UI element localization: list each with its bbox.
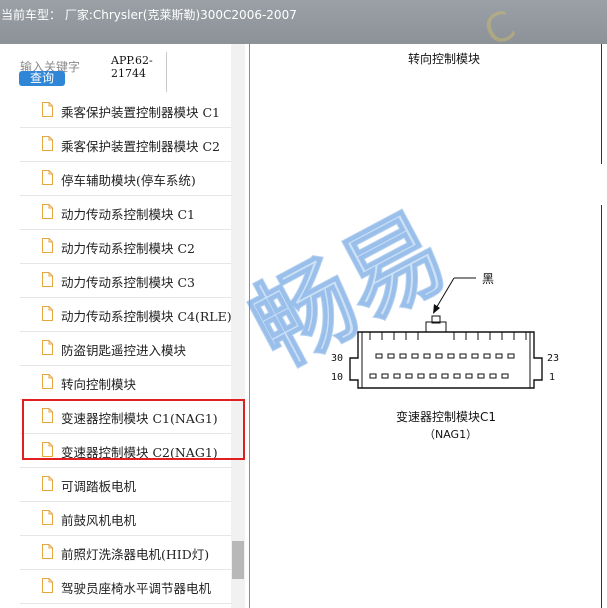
pin-label-bottom-left: 10 [331, 372, 344, 383]
search-button[interactable]: 查询 [19, 71, 65, 86]
vehicle-title: 当前车型： 厂家:Chrysler(克莱斯勒)300C2006-2007 [1, 8, 297, 22]
list-item[interactable]: 可调踏板电机 [20, 467, 231, 502]
list-item-label: 动力传动系控制模块 C4(RLE) [61, 309, 231, 324]
list-item[interactable]: 乘客保护装置控制器模块 C2 [20, 127, 231, 162]
list-item[interactable]: 乘客保护装置控制器模块 C1 [20, 93, 231, 128]
list-item[interactable]: 停车辅助模块(停车系统) [20, 161, 231, 196]
divider [166, 52, 167, 92]
list-item-label: 动力传动系控制模块 C2 [61, 241, 195, 256]
document-icon [42, 544, 53, 559]
connector-diagram [349, 277, 543, 389]
document-icon [42, 510, 53, 525]
diagram-caption: 变速器控制模块C1 [396, 410, 497, 424]
list-item-label: 转向控制模块 [61, 377, 137, 392]
list-item-label: 前照灯洗涤器电机(HID灯) [61, 547, 210, 562]
connector-color-label: 黑 [482, 272, 495, 286]
document-icon [42, 170, 53, 185]
document-icon [42, 578, 53, 593]
pin-label-top-right: 23 [547, 353, 560, 364]
list-item[interactable]: 前鼓风机电机 [20, 501, 231, 536]
document-icon [42, 136, 53, 151]
scrollbar[interactable] [231, 44, 245, 608]
list-item-label: 驾驶员座椅水平调节器电机 [61, 581, 212, 596]
pin-label-bottom-right: 1 [549, 372, 556, 383]
document-icon [42, 272, 53, 287]
diagram-sub-caption: （NAG1） [424, 428, 478, 441]
list-item[interactable]: 动力传动系控制模块 C2 [20, 229, 231, 264]
document-icon [42, 204, 53, 219]
list-item[interactable]: 动力传动系控制模块 C1 [20, 195, 231, 230]
list-item-label: 乘客保护装置控制器模块 C1 [61, 105, 220, 120]
pin-label-top-left: 30 [331, 353, 344, 364]
list-item-label: 停车辅助模块(停车系统) [61, 173, 196, 188]
document-icon [42, 306, 53, 321]
document-icon [42, 238, 53, 253]
document-icon [42, 476, 53, 491]
document-icon [42, 374, 53, 389]
document-icon [42, 340, 53, 355]
list-item-label: 前鼓风机电机 [61, 513, 137, 528]
list-item-label: 动力传动系控制模块 C1 [61, 207, 195, 222]
list-item[interactable]: 前照灯洗涤器电机(HID灯) [20, 535, 231, 570]
list-item[interactable]: 动力传动系控制模块 C4(RLE) [20, 297, 231, 332]
document-icon [42, 102, 53, 117]
list-item-label: 乘客保护装置控制器模块 C2 [61, 139, 220, 154]
left-pane: 输入关键字 查询 APP.62-21744 乘客保护装置控制器模块 C1 乘客保护… [0, 44, 250, 608]
document-top-title: 转向控制模块 [408, 52, 481, 66]
scrollbar-thumb[interactable] [232, 541, 244, 579]
highlight-box [22, 399, 245, 460]
app-code: APP.62-21744 [111, 54, 153, 80]
list-item-label: 动力传动系控制模块 C3 [61, 275, 195, 290]
list-item[interactable]: 驾驶员座椅水平调节器电机 [20, 569, 231, 604]
list-item[interactable]: 动力传动系控制模块 C3 [20, 263, 231, 298]
page-edge-mark [601, 44, 602, 164]
list-item[interactable]: 转向控制模块 [20, 365, 231, 400]
page-edge-mark [601, 205, 602, 608]
list-item-label: 可调踏板电机 [61, 479, 137, 494]
list-item-label: 防盗钥匙遥控进入模块 [61, 343, 187, 358]
list-item[interactable]: 防盗钥匙遥控进入模块 [20, 331, 231, 366]
connector-list: 乘客保护装置控制器模块 C1 乘客保护装置控制器模块 C2 停车辅助模块(停车系统)… [0, 93, 231, 608]
